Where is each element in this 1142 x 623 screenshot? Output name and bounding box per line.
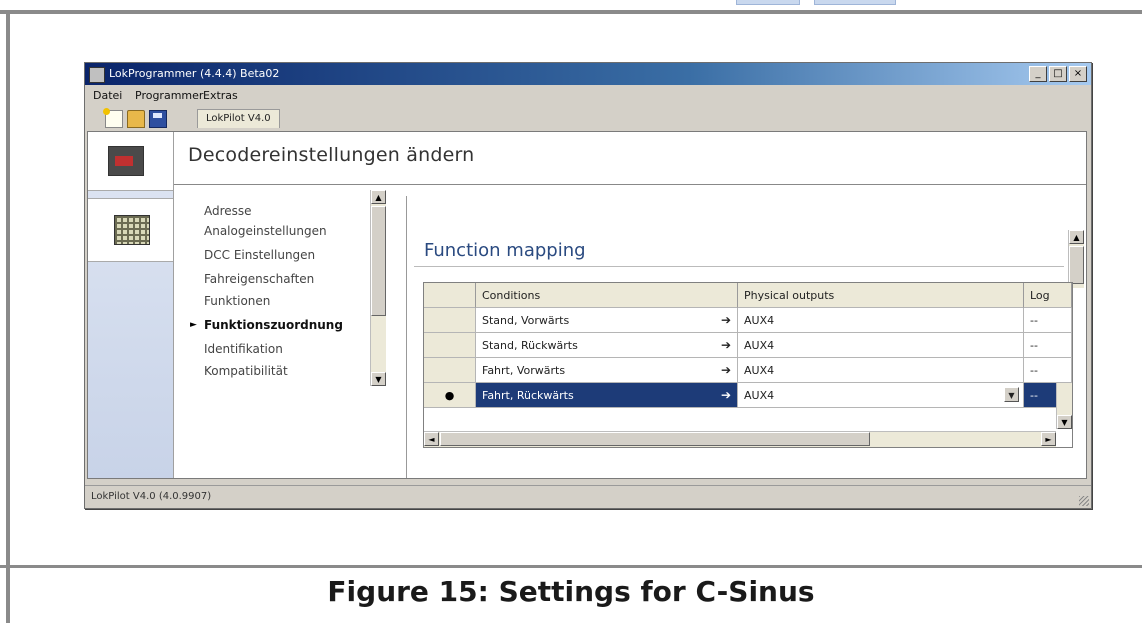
status-text: LokPilot V4.0 (4.0.9907)	[91, 491, 212, 502]
panel-scrollbar[interactable]: ▲	[1068, 230, 1084, 288]
minimize-button[interactable]: _	[1029, 66, 1047, 82]
new-icon[interactable]	[103, 108, 123, 128]
pane-divider[interactable]	[406, 196, 407, 478]
grid-header-corner	[424, 283, 476, 308]
page-top-tabs	[736, 0, 896, 5]
window-controls: _ □ ×	[1029, 66, 1087, 82]
resize-grip-icon[interactable]	[1079, 496, 1089, 506]
log-cell[interactable]: --	[1024, 358, 1072, 383]
table-row[interactable]: Stand, Rückwärts ➔ AUX4 --	[424, 333, 1072, 358]
column-header-log[interactable]: Log	[1024, 283, 1072, 308]
nav-item-analogeinstellungen[interactable]: Analogeinstellungen	[204, 224, 327, 238]
save-disk-icon[interactable]	[149, 110, 167, 128]
column-header-conditions[interactable]: Conditions	[476, 283, 738, 308]
nav-item-identifikation[interactable]: Identifikation	[204, 342, 283, 356]
output-cell[interactable]: AUX4	[738, 333, 1024, 358]
nav-scroll-up-icon[interactable]: ▲	[371, 190, 386, 204]
condition-text: Stand, Vorwärts	[482, 314, 570, 327]
grid-scroll-down-icon[interactable]: ▼	[1057, 415, 1072, 429]
panel-title-underline	[414, 266, 1064, 267]
function-mapping-grid: Conditions Physical outputs Log Stand, V…	[423, 282, 1073, 448]
row-header-current[interactable]: ●	[424, 383, 476, 408]
cv-table-mode-button[interactable]	[88, 198, 173, 262]
grid-scrollbar[interactable]: ▼	[1056, 383, 1072, 429]
main-client-area: Decodereinstellungen ändern Adresse Anal…	[87, 131, 1087, 479]
locomotive-icon	[108, 146, 144, 176]
arrow-right-icon: ➔	[720, 338, 731, 352]
page-title: Decodereinstellungen ändern	[188, 144, 475, 166]
mode-strip	[88, 132, 174, 478]
grid-hscroll-thumb[interactable]	[440, 432, 870, 446]
column-header-physical-outputs[interactable]: Physical outputs	[738, 283, 1024, 308]
chevron-down-icon[interactable]: ▼	[1004, 387, 1019, 402]
page-tab-1	[736, 0, 800, 5]
condition-cell[interactable]: Fahrt, Rückwärts ➔	[476, 383, 738, 408]
arrow-right-icon: ➔	[720, 363, 731, 377]
menu-extras[interactable]: Extras	[203, 89, 238, 102]
arrow-right-icon: ➔	[720, 388, 731, 402]
title-bar[interactable]: LokProgrammer (4.4.4) Beta02 _ □ ×	[85, 63, 1091, 85]
output-cell[interactable]: AUX4	[738, 308, 1024, 333]
nav-scroll-down-icon[interactable]: ▼	[371, 372, 386, 386]
arrow-right-icon: ➔	[720, 313, 731, 327]
decoder-tab[interactable]: LokPilot V4.0	[197, 109, 280, 128]
panel-scroll-thumb[interactable]	[1069, 246, 1084, 284]
condition-text: Fahrt, Rückwärts	[482, 389, 574, 402]
decoder-settings-mode-button[interactable]	[88, 132, 173, 191]
output-dropdown-value: AUX4	[744, 389, 775, 402]
grid-horizontal-scrollbar[interactable]: ◄ ►	[424, 431, 1056, 447]
condition-cell[interactable]: Stand, Vorwärts ➔	[476, 308, 738, 333]
scroll-left-icon[interactable]: ◄	[424, 432, 439, 446]
log-cell[interactable]: --	[1024, 308, 1072, 333]
app-icon	[89, 67, 105, 83]
panel-scroll-up-icon[interactable]: ▲	[1069, 230, 1084, 244]
close-button[interactable]: ×	[1069, 66, 1087, 82]
scroll-right-icon[interactable]: ►	[1041, 432, 1056, 446]
toolbar: LokPilot V4.0	[85, 107, 1091, 129]
output-cell[interactable]: AUX4	[738, 358, 1024, 383]
row-header[interactable]	[424, 333, 476, 358]
table-row-selected[interactable]: ● Fahrt, Rückwärts ➔ AUX4 ▼ --	[424, 383, 1072, 408]
figure-caption: Figure 15: Settings for C-Sinus	[327, 575, 815, 608]
open-folder-icon[interactable]	[127, 110, 145, 128]
nav-item-fahreigenschaften[interactable]: Fahreigenschaften	[204, 272, 314, 286]
log-cell[interactable]: --	[1024, 333, 1072, 358]
nav-item-funktionszuordnung[interactable]: Funktionszuordnung	[204, 318, 343, 332]
header-divider	[174, 184, 1086, 185]
nav-item-funktionen[interactable]: Funktionen	[204, 294, 270, 308]
nav-scroll-thumb[interactable]	[371, 206, 386, 316]
table-row[interactable]: Stand, Vorwärts ➔ AUX4 --	[424, 308, 1072, 333]
current-item-arrow-icon: ►	[190, 320, 197, 330]
nav-item-adresse[interactable]: Adresse	[204, 204, 252, 218]
row-header[interactable]	[424, 358, 476, 383]
page-frame-top	[0, 10, 1142, 14]
status-bar: LokPilot V4.0 (4.0.9907)	[85, 485, 1091, 508]
table-row[interactable]: Fahrt, Vorwärts ➔ AUX4 --	[424, 358, 1072, 383]
grid-header-row: Conditions Physical outputs Log	[424, 283, 1072, 308]
app-window: LokProgrammer (4.4.4) Beta02 _ □ × Datei…	[84, 62, 1092, 509]
panel-title: Function mapping	[424, 240, 586, 261]
nav-item-kompatibilitaet[interactable]: Kompatibilität	[204, 364, 288, 378]
page-frame-divider	[0, 565, 1142, 568]
condition-text: Stand, Rückwärts	[482, 339, 578, 352]
menu-datei[interactable]: Datei	[93, 89, 122, 102]
menu-programmer[interactable]: Programmer	[135, 89, 203, 102]
nav-item-dcc-einstellungen[interactable]: DCC Einstellungen	[204, 248, 315, 262]
condition-cell[interactable]: Fahrt, Vorwärts ➔	[476, 358, 738, 383]
grid-icon	[114, 215, 150, 245]
page-tab-2	[814, 0, 896, 5]
nav-scrollbar[interactable]: ▲ ▼	[370, 190, 386, 386]
window-title: LokProgrammer (4.4.4) Beta02	[109, 67, 280, 80]
row-header[interactable]	[424, 308, 476, 333]
output-dropdown[interactable]: AUX4 ▼	[738, 383, 1024, 408]
settings-nav-list: Adresse Analogeinstellungen DCC Einstell…	[180, 188, 390, 478]
condition-cell[interactable]: Stand, Rückwärts ➔	[476, 333, 738, 358]
maximize-button[interactable]: □	[1049, 66, 1067, 82]
page-frame-left	[6, 10, 10, 623]
condition-text: Fahrt, Vorwärts	[482, 364, 566, 377]
